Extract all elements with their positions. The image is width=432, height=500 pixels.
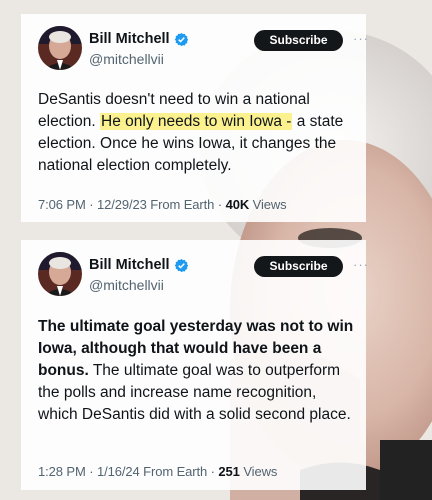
author-name[interactable]: Bill Mitchell [89, 257, 170, 273]
tweet-card-1[interactable]: Bill Mitchell @mitchellvii Subscribe ···… [21, 14, 369, 222]
tweet-text: DeSantis doesn't need to win a national … [38, 89, 360, 177]
verified-badge-icon [174, 32, 188, 46]
view-count: 251 [218, 464, 240, 479]
tweet-meta: 7:06 PM · 12/29/23 From Earth · 40K View… [38, 197, 287, 212]
author-name[interactable]: Bill Mitchell [89, 31, 170, 47]
avatar[interactable] [38, 252, 82, 296]
subscribe-button[interactable]: Subscribe [254, 30, 343, 51]
author-row: Bill Mitchell [89, 31, 189, 47]
author-row: Bill Mitchell [89, 257, 189, 273]
author-handle[interactable]: @mitchellvii [89, 51, 164, 67]
tweet-card-2[interactable]: Bill Mitchell @mitchellvii Subscribe ···… [21, 240, 369, 490]
tweet-timestamp[interactable]: 7:06 PM · 12/29/23 From Earth · [38, 197, 222, 212]
subscribe-button[interactable]: Subscribe [254, 256, 343, 277]
views-label: Views [252, 197, 287, 212]
more-options-icon[interactable]: ··· [353, 31, 369, 46]
more-options-icon[interactable]: ··· [353, 257, 369, 272]
avatar[interactable] [38, 26, 82, 70]
view-count: 40K [225, 197, 250, 212]
tweet-meta: 1:28 PM · 1/16/24 From Earth · 251 Views [38, 464, 277, 479]
tweet-text: The ultimate goal yesterday was not to w… [38, 316, 360, 426]
highlighted-text: He only needs to win Iowa - [100, 113, 293, 130]
tweet-timestamp[interactable]: 1:28 PM · 1/16/24 From Earth · [38, 464, 215, 479]
views-label: Views [243, 464, 278, 479]
verified-badge-icon [174, 258, 188, 272]
author-handle[interactable]: @mitchellvii [89, 277, 164, 293]
